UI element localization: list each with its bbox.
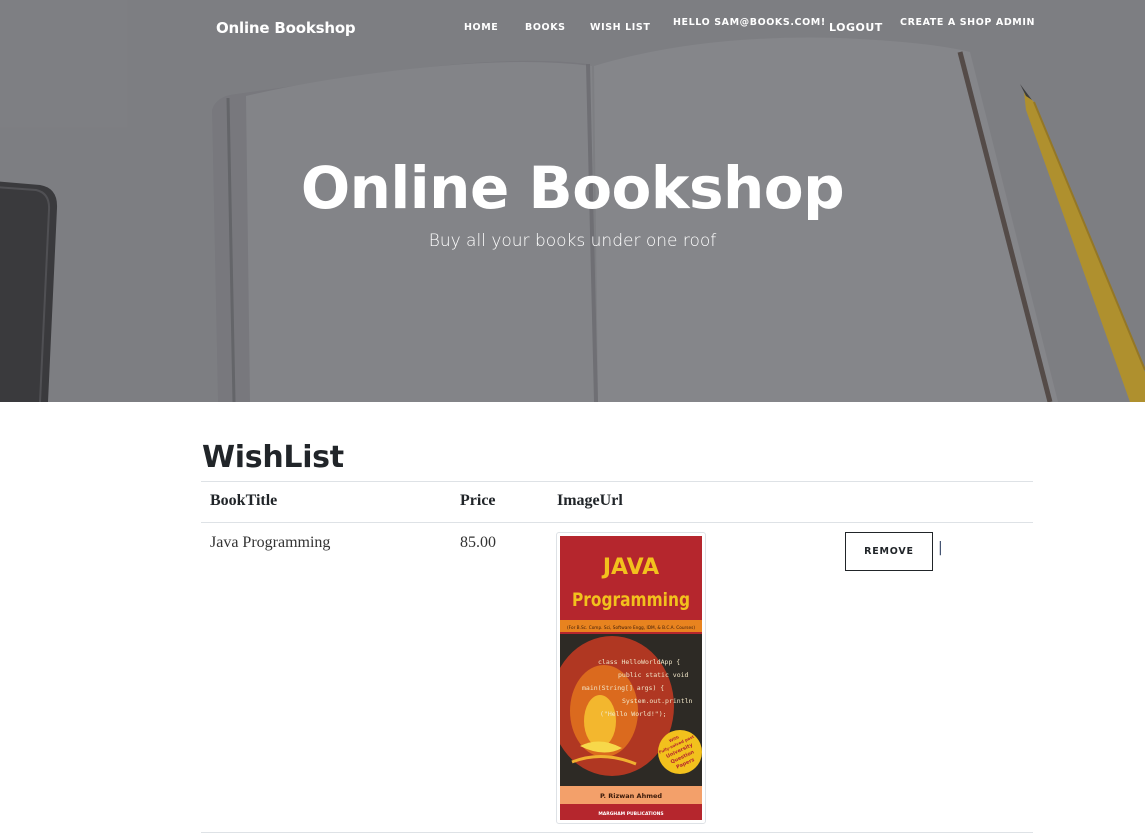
table-row: Java Programming 85.00 JAVA Programming … bbox=[201, 523, 1033, 833]
column-header-booktitle: BookTitle bbox=[210, 492, 278, 509]
hero-title: Online Bookshop bbox=[300, 154, 845, 222]
top-navbar: Online Bookshop HOME BOOKS WISH LIST HEL… bbox=[0, 0, 1145, 60]
cover-tagline: (For B.Sc. Comp. Sci, Software Engg, IDM… bbox=[567, 625, 695, 630]
book-image-cell: JAVA Programming (For B.Sc. Comp. Sci, S… bbox=[548, 523, 836, 833]
nav-user-greeting-link[interactable]: HELLO SAM@BOOKS.COM! bbox=[673, 17, 826, 28]
cover-author: P. Rizwan Ahmed bbox=[600, 792, 662, 800]
nav-home-link[interactable]: HOME bbox=[464, 22, 498, 33]
nav-create-admin-link[interactable]: CREATE A SHOP ADMIN bbox=[900, 17, 1035, 28]
nav-books-link[interactable]: BOOKS bbox=[525, 22, 566, 33]
book-cover-thumbnail: JAVA Programming (For B.Sc. Comp. Sci, S… bbox=[556, 532, 706, 824]
cover-code-line: class HelloWorldApp { bbox=[598, 658, 680, 666]
cover-code-line: ("Hello World!"); bbox=[600, 710, 667, 718]
cover-publisher: MARGHAM PUBLICATIONS bbox=[598, 811, 663, 817]
hero-subtitle: Buy all your books under one roof bbox=[428, 231, 717, 251]
page-title: WishList bbox=[202, 440, 344, 475]
cover-title-line1: JAVA bbox=[601, 555, 659, 580]
book-cover-image: JAVA Programming (For B.Sc. Comp. Sci, S… bbox=[560, 536, 702, 820]
column-header-imageurl: ImageUrl bbox=[557, 492, 623, 509]
brand-link[interactable]: Online Bookshop bbox=[216, 19, 356, 37]
hero-banner: Online Bookshop HOME BOOKS WISH LIST HEL… bbox=[0, 0, 1145, 402]
nav-logout-link[interactable]: LOGOUT bbox=[829, 21, 883, 34]
table-header-row: BookTitle Price ImageUrl bbox=[201, 481, 1033, 523]
cover-code-line: public static void bbox=[618, 671, 689, 679]
book-title-cell: Java Programming bbox=[210, 534, 331, 551]
book-actions-cell: REMOVE | bbox=[836, 523, 1033, 833]
action-separator: | bbox=[938, 540, 943, 556]
cover-code-line: System.out.println bbox=[622, 697, 693, 705]
column-header-actions bbox=[836, 482, 1033, 523]
cover-code-line: main(String[] args) { bbox=[582, 684, 664, 692]
wishlist-table: BookTitle Price ImageUrl Java Programmin… bbox=[201, 481, 1033, 833]
cover-title-line2: Programming bbox=[572, 589, 690, 611]
book-price-cell: 85.00 bbox=[460, 534, 496, 551]
column-header-price: Price bbox=[460, 492, 496, 509]
nav-wishlist-link[interactable]: WISH LIST bbox=[590, 22, 650, 33]
remove-button[interactable]: REMOVE bbox=[845, 532, 933, 571]
